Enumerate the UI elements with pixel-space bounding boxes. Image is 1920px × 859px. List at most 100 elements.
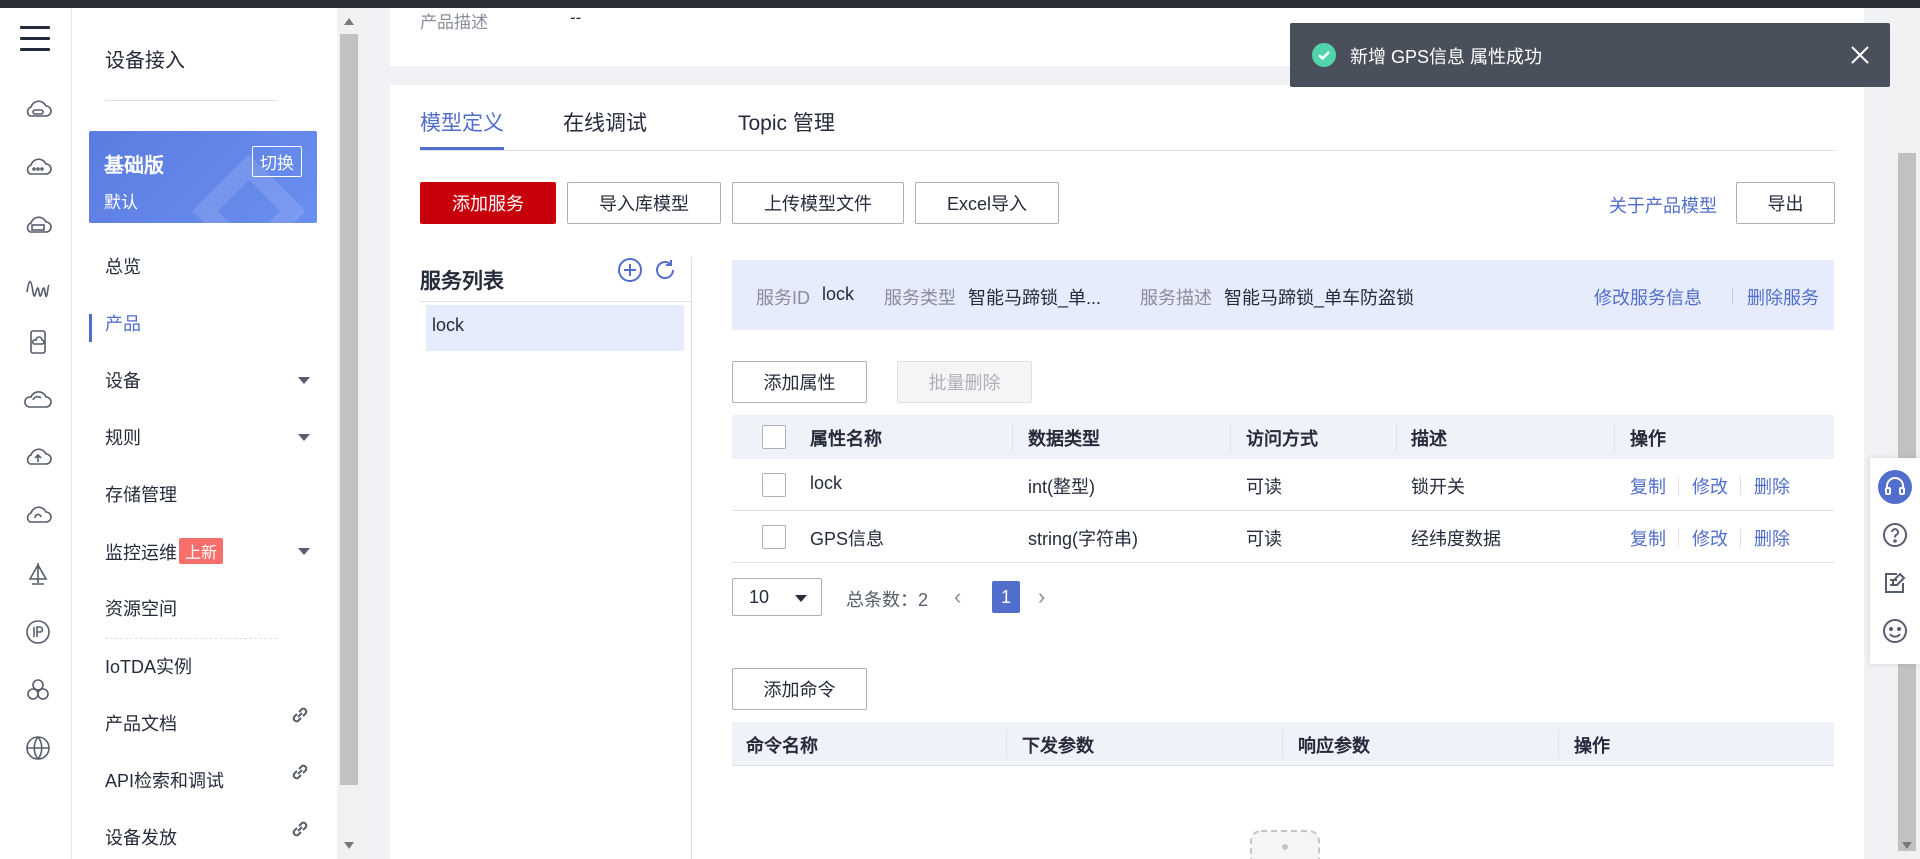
tab-topic-management[interactable]: Topic 管理 [738, 107, 835, 147]
property-desc: 锁开关 [1411, 477, 1465, 497]
sidebar-item-storage[interactable]: 存储管理 [105, 481, 177, 507]
sidebar-item-device[interactable]: 设备 [105, 367, 141, 393]
row-checkbox[interactable] [762, 473, 786, 497]
property-desc: 经纬度数据 [1411, 529, 1501, 549]
upload-model-file-button[interactable]: 上传模型文件 [732, 182, 904, 224]
delete-service-link[interactable]: 删除服务 [1747, 284, 1819, 310]
tab-model-definition[interactable]: 模型定义 [420, 107, 504, 150]
delete-link[interactable]: 删除 [1754, 525, 1790, 551]
add-circle-icon[interactable] [617, 257, 643, 283]
sidebar-item-provisioning[interactable]: 设备发放 [105, 824, 177, 850]
edit-service-link[interactable]: 修改服务信息 [1594, 284, 1702, 310]
active-indicator [89, 314, 92, 342]
scroll-down-icon[interactable] [344, 842, 354, 849]
scroll-down-icon[interactable] [1902, 842, 1912, 849]
select-all-checkbox[interactable] [762, 425, 786, 449]
plan-switch-button[interactable]: 切换 [252, 146, 302, 177]
headset-icon[interactable] [1878, 470, 1912, 504]
smile-icon[interactable] [1878, 614, 1912, 648]
page-scrollbar[interactable] [1894, 8, 1920, 859]
column-divider [1282, 730, 1283, 758]
edit-link[interactable]: 修改 [1692, 525, 1728, 551]
service-type-label: 服务类型 [884, 288, 956, 308]
chevron-down-icon[interactable] [298, 548, 310, 555]
import-library-model-button[interactable]: 导入库模型 [567, 182, 721, 224]
sidebar-item-rules[interactable]: 规则 [105, 424, 141, 450]
phone-cloud-icon[interactable] [24, 328, 52, 356]
column-header: 命令名称 [746, 736, 818, 756]
scrollbar-thumb[interactable] [340, 34, 358, 785]
export-button[interactable]: 导出 [1736, 182, 1835, 224]
column-divider [1614, 423, 1615, 451]
product-description-value: -- [570, 8, 582, 27]
prev-page-icon[interactable]: ‹ [954, 584, 961, 610]
sidebar-item-label: 监控运维 [105, 543, 177, 563]
menu-icon[interactable] [20, 26, 50, 52]
top-bar [0, 0, 1920, 8]
copy-link[interactable]: 复制 [1630, 473, 1666, 499]
cloud-dots-icon[interactable] [24, 154, 52, 182]
table-header: 属性名称 数据类型 访问方式 描述 操作 [732, 415, 1834, 459]
divider [1678, 529, 1679, 547]
chevron-down-icon[interactable] [298, 377, 310, 384]
scroll-up-icon[interactable] [344, 18, 354, 25]
toast-message: 新增 GPS信息 属性成功 [1350, 47, 1543, 67]
batch-delete-button[interactable]: 批量删除 [897, 361, 1032, 403]
external-link-icon[interactable] [290, 705, 310, 725]
close-icon[interactable] [1848, 43, 1872, 67]
divider [1740, 529, 1741, 547]
feedback-icon[interactable] [1878, 566, 1912, 600]
sail-icon[interactable] [24, 560, 52, 588]
ip-icon[interactable] [24, 618, 52, 646]
add-command-button[interactable]: 添加命令 [732, 668, 867, 710]
property-name: lock [810, 473, 843, 493]
divider [1740, 477, 1741, 495]
cloud-upload-icon[interactable] [24, 444, 52, 472]
cluster-icon[interactable] [24, 676, 52, 704]
sidebar-item-overview[interactable]: 总览 [105, 253, 141, 279]
property-access: 可读 [1246, 477, 1282, 497]
cloud-device-icon[interactable] [24, 96, 52, 124]
cloud-server-icon[interactable] [24, 212, 52, 240]
sidebar-scrollbar[interactable] [337, 8, 361, 859]
edit-link[interactable]: 修改 [1692, 473, 1728, 499]
property-access: 可读 [1246, 529, 1282, 549]
tab-online-debug[interactable]: 在线调试 [563, 107, 647, 147]
sidebar-item-api[interactable]: API检索和调试 [105, 767, 224, 793]
sidebar-item-docs[interactable]: 产品文档 [105, 710, 177, 736]
page-size-select[interactable]: 10 [732, 578, 822, 616]
service-desc-label: 服务描述 [1140, 288, 1212, 308]
property-name: GPS信息 [810, 529, 885, 549]
divider [105, 100, 277, 101]
help-icon[interactable] [1878, 518, 1912, 552]
column-header: 访问方式 [1246, 429, 1318, 449]
excel-import-button[interactable]: Excel导入 [915, 182, 1059, 224]
sidebar-item-iotda-instance[interactable]: IoTDA实例 [105, 653, 192, 679]
refresh-icon[interactable] [652, 257, 678, 283]
cloud-refresh-icon[interactable] [24, 502, 52, 530]
globe-icon[interactable] [24, 734, 52, 762]
add-service-button[interactable]: 添加服务 [420, 182, 556, 224]
copy-link[interactable]: 复制 [1630, 525, 1666, 551]
floating-help-bar [1870, 458, 1920, 664]
external-link-icon[interactable] [290, 819, 310, 839]
add-property-button[interactable]: 添加属性 [732, 361, 867, 403]
service-list-item[interactable]: lock [426, 305, 684, 351]
current-page[interactable]: 1 [992, 581, 1020, 613]
about-product-model-link[interactable]: 关于产品模型 [1609, 192, 1717, 218]
sidebar-item-resource-space[interactable]: 资源空间 [105, 595, 177, 621]
model-card: 模型定义 在线调试 Topic 管理 添加服务 导入库模型 上传模型文件 Exc… [390, 85, 1864, 859]
sidebar-item-product[interactable]: 产品 [105, 310, 141, 336]
divider [1678, 477, 1679, 495]
cloud-outline-icon[interactable] [24, 386, 52, 414]
chevron-down-icon [795, 595, 807, 602]
delete-link[interactable]: 删除 [1754, 473, 1790, 499]
wave-icon[interactable] [24, 270, 52, 298]
chevron-down-icon[interactable] [298, 434, 310, 441]
icon-rail [0, 8, 72, 859]
external-link-icon[interactable] [290, 762, 310, 782]
row-checkbox[interactable] [762, 525, 786, 549]
divider [1732, 287, 1733, 305]
next-page-icon[interactable]: › [1038, 584, 1045, 610]
sidebar-item-monitoring[interactable]: 监控运维 上新 [105, 538, 224, 565]
